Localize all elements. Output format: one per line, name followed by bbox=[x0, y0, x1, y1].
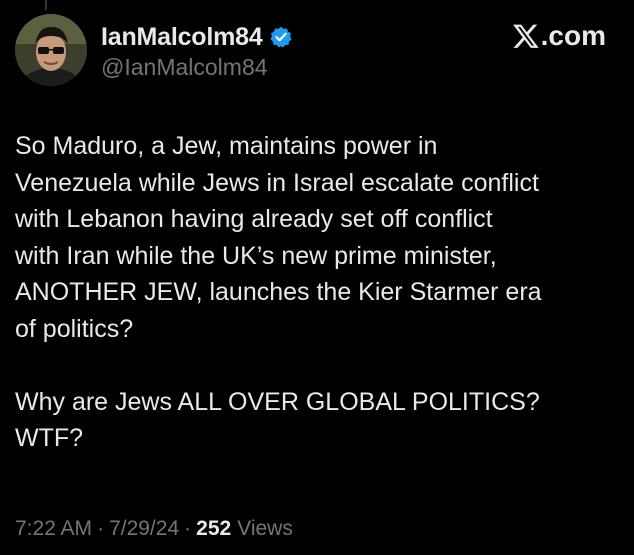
x-com-watermark: .com bbox=[512, 20, 606, 52]
tweet-time[interactable]: 7:22 AM bbox=[15, 517, 92, 541]
author-name-row[interactable]: IanMalcolm84 bbox=[101, 22, 292, 52]
x-logo-icon bbox=[512, 22, 540, 50]
tweet-line: Venezuela while Jews in Israel escalate … bbox=[15, 168, 539, 197]
meta-separator: · bbox=[184, 517, 192, 540]
tweet-line: of politics? bbox=[15, 314, 134, 343]
views-label[interactable]: Views bbox=[237, 517, 293, 541]
thread-connector-line bbox=[45, 0, 47, 10]
author-display-name[interactable]: IanMalcolm84 bbox=[101, 23, 263, 52]
tweet-meta: 7:22 AM · 7/29/24 · 252 Views bbox=[15, 517, 293, 541]
tweet-line: ANOTHER JEW, launches the Kier Starmer e… bbox=[15, 278, 542, 306]
meta-separator: · bbox=[97, 517, 105, 540]
tweet-line: with Iran while the UK’s new prime minis… bbox=[15, 241, 497, 270]
avatar-photo-icon bbox=[15, 14, 87, 86]
tweet-line: So Maduro, a Jew, maintains power in bbox=[15, 132, 438, 160]
tweet-text: So Maduro, a Jew, maintains power in Ven… bbox=[15, 128, 620, 457]
tweet-line: WTF? bbox=[15, 424, 84, 452]
avatar[interactable] bbox=[15, 14, 87, 86]
x-com-label: .com bbox=[540, 20, 606, 51]
author-handle[interactable]: @IanMalcolm84 bbox=[101, 54, 268, 81]
views-count[interactable]: 252 bbox=[196, 517, 231, 541]
tweet-line: Why are Jews ALL OVER GLOBAL POLITICS? bbox=[15, 387, 540, 416]
tweet-date[interactable]: 7/29/24 bbox=[109, 517, 179, 541]
tweet-line: with Lebanon having already set off conf… bbox=[15, 205, 493, 233]
verified-badge-icon bbox=[269, 26, 292, 48]
